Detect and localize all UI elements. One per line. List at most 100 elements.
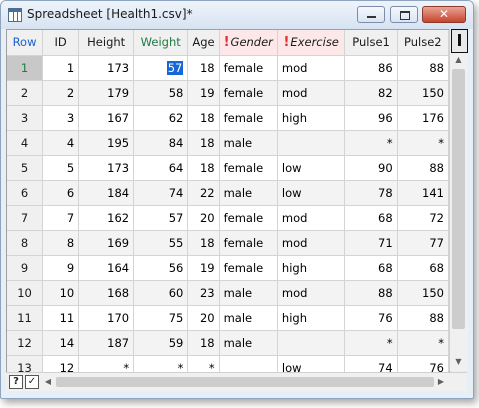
cell-pulse1[interactable]: 78	[344, 180, 398, 206]
cell-height[interactable]: 173	[78, 155, 135, 181]
cell-weight[interactable]: 57	[133, 55, 189, 81]
row-number-cell[interactable]: 1	[7, 55, 44, 81]
cell-gender[interactable]: male	[219, 180, 278, 206]
row-number-cell[interactable]: 8	[7, 230, 44, 256]
scroll-left-arrow-icon[interactable]: ◀	[42, 374, 54, 389]
scroll-up-arrow-icon[interactable]: ▲	[452, 53, 465, 66]
cell-exercise[interactable]: mod	[277, 55, 346, 81]
cell-weight[interactable]: 84	[133, 130, 189, 156]
cell-pulse1[interactable]: 68	[344, 205, 398, 231]
cell-pulse2[interactable]: 72	[397, 205, 449, 231]
cell-exercise[interactable]: low	[277, 155, 346, 181]
cell-exercise[interactable]: high	[277, 255, 346, 281]
cell-gender[interactable]: female	[219, 205, 278, 231]
maximize-button[interactable]	[390, 6, 418, 23]
cell-pulse1[interactable]: 82	[344, 80, 398, 106]
cell-pulse1[interactable]: 76	[344, 305, 398, 331]
row-number-cell[interactable]: 13	[7, 355, 44, 372]
cell-height[interactable]: 184	[78, 180, 135, 206]
cell-gender[interactable]: female	[219, 105, 278, 131]
cell-pulse2[interactable]: 77	[397, 230, 449, 256]
cell-gender[interactable]: male	[219, 280, 278, 306]
vertical-scroll-thumb[interactable]	[452, 69, 465, 329]
cell-gender[interactable]: female	[219, 255, 278, 281]
cell-age[interactable]: 19	[187, 80, 220, 106]
column-header-height[interactable]: Height	[78, 30, 135, 56]
cell-id[interactable]: 9	[42, 255, 80, 281]
cell-age[interactable]: 18	[187, 130, 220, 156]
cell-weight[interactable]: 62	[133, 105, 189, 131]
help-button[interactable]: ?	[9, 375, 23, 389]
cell-exercise[interactable]: mod	[277, 230, 346, 256]
cell-pulse2[interactable]: 76	[397, 355, 449, 372]
row-number-cell[interactable]: 10	[7, 280, 44, 306]
cell-age[interactable]: 22	[187, 180, 220, 206]
split-handle[interactable]	[451, 29, 468, 53]
check-button[interactable]: ✓	[25, 375, 39, 389]
cell-height[interactable]: 179	[78, 80, 135, 106]
cell-pulse1[interactable]: *	[344, 130, 398, 156]
column-header-pulse1[interactable]: Pulse1	[344, 30, 398, 56]
close-button[interactable]: ✕	[422, 6, 466, 23]
cell-weight[interactable]: 64	[133, 155, 189, 181]
cell-exercise[interactable]	[277, 330, 346, 356]
cell-weight[interactable]: 75	[133, 305, 189, 331]
cell-id[interactable]: 6	[42, 180, 80, 206]
cell-age[interactable]: 20	[187, 305, 220, 331]
cell-id[interactable]: 4	[42, 130, 80, 156]
cell-gender[interactable]: female	[219, 155, 278, 181]
row-number-cell[interactable]: 3	[7, 105, 44, 131]
cell-pulse2[interactable]: 88	[397, 55, 449, 81]
cell-pulse2[interactable]: 150	[397, 280, 449, 306]
column-header-gender[interactable]: !Gender	[219, 30, 278, 56]
horizontal-scrollbar[interactable]: ◀ ▶	[42, 374, 447, 389]
cell-age[interactable]: 18	[187, 155, 220, 181]
cell-pulse2[interactable]: 88	[397, 305, 449, 331]
cell-pulse2[interactable]: 150	[397, 80, 449, 106]
cell-id[interactable]: 1	[42, 55, 80, 81]
cell-height[interactable]: 195	[78, 130, 135, 156]
cell-gender[interactable]: female	[219, 55, 278, 81]
cell-id[interactable]: 10	[42, 280, 80, 306]
cell-id[interactable]: 2	[42, 80, 80, 106]
cell-id[interactable]: 12	[42, 355, 80, 372]
cell-height[interactable]: 170	[78, 305, 135, 331]
title-bar[interactable]: Spreadsheet [Health1.csv]* ✕	[1, 1, 473, 29]
cell-pulse2[interactable]: 68	[397, 255, 449, 281]
cell-weight[interactable]: 57	[133, 205, 189, 231]
row-number-cell[interactable]: 2	[7, 80, 44, 106]
cell-height[interactable]: 164	[78, 255, 135, 281]
column-header-row[interactable]: Row	[7, 30, 44, 56]
cell-weight[interactable]: 74	[133, 180, 189, 206]
cell-weight[interactable]: *	[133, 355, 189, 372]
cell-age[interactable]: *	[187, 355, 220, 372]
cell-exercise[interactable]: mod	[277, 80, 346, 106]
cell-age[interactable]: 18	[187, 230, 220, 256]
cell-height[interactable]: 169	[78, 230, 135, 256]
cell-pulse2[interactable]: *	[397, 130, 449, 156]
cell-id[interactable]: 11	[42, 305, 80, 331]
cell-pulse2[interactable]: 176	[397, 105, 449, 131]
cell-gender[interactable]: male	[219, 130, 278, 156]
vertical-scrollbar[interactable]: ▲ ▼	[449, 29, 468, 371]
cell-gender[interactable]: male	[219, 330, 278, 356]
cell-age[interactable]: 18	[187, 330, 220, 356]
cell-pulse1[interactable]: 68	[344, 255, 398, 281]
cell-weight[interactable]: 56	[133, 255, 189, 281]
cell-pulse1[interactable]: 71	[344, 230, 398, 256]
column-header-pulse2[interactable]: Pulse2	[397, 30, 449, 56]
cell-pulse2[interactable]: 141	[397, 180, 449, 206]
cell-weight[interactable]: 60	[133, 280, 189, 306]
cell-exercise[interactable]: high	[277, 105, 346, 131]
cell-id[interactable]: 5	[42, 155, 80, 181]
cell-gender[interactable]: male	[219, 305, 278, 331]
row-number-cell[interactable]: 5	[7, 155, 44, 181]
cell-gender[interactable]	[219, 355, 278, 372]
column-header-exercise[interactable]: !Exercise	[277, 30, 346, 56]
cell-age[interactable]: 19	[187, 255, 220, 281]
cell-exercise[interactable]: low	[277, 355, 346, 372]
row-number-cell[interactable]: 12	[7, 330, 44, 356]
cell-height[interactable]: 173	[78, 55, 135, 81]
cell-pulse1[interactable]: 96	[344, 105, 398, 131]
cell-exercise[interactable]: high	[277, 305, 346, 331]
